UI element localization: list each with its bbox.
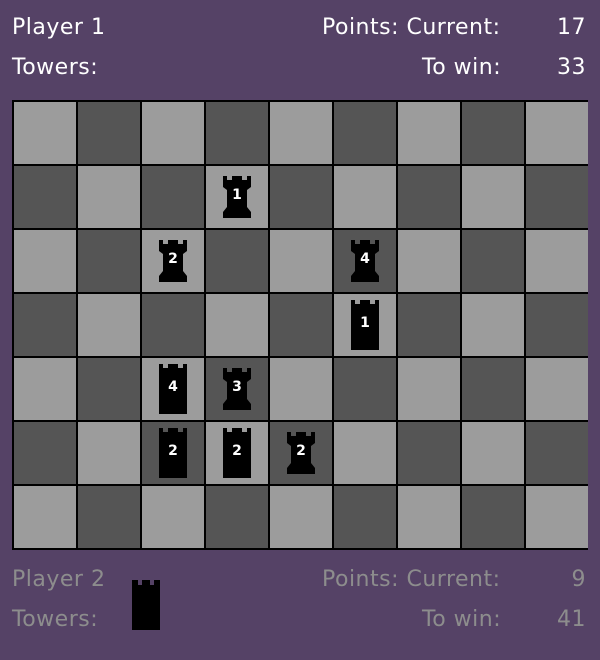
game-board: 1 2 4 1 4 3 2 2 2: [12, 100, 588, 550]
board-cell[interactable]: [526, 294, 588, 356]
board-cell[interactable]: [270, 358, 332, 420]
player2-header-row: Player 2 Points: Current: 9: [0, 560, 600, 600]
player1-to-win-label: To win:: [422, 55, 502, 80]
player1-points-current-value: 17: [557, 15, 586, 40]
tower-height-label: 4: [168, 379, 178, 395]
board-cell[interactable]: [526, 166, 588, 228]
board-cell[interactable]: [462, 422, 524, 484]
board-cell[interactable]: [14, 294, 76, 356]
board-cell[interactable]: 1: [206, 166, 268, 228]
board-cell[interactable]: [334, 102, 396, 164]
rook-tower-piece[interactable]: 2: [270, 422, 332, 484]
tower-height-label: 2: [168, 443, 178, 459]
board-cell[interactable]: [270, 102, 332, 164]
board-cell[interactable]: [14, 230, 76, 292]
board-cell[interactable]: [526, 102, 588, 164]
player1-points-current-label: Points: Current:: [322, 15, 501, 40]
board-cell[interactable]: [78, 230, 140, 292]
board-cell[interactable]: [14, 486, 76, 548]
board-cell[interactable]: [398, 294, 460, 356]
board-cell[interactable]: [78, 422, 140, 484]
board-cell[interactable]: [398, 166, 460, 228]
board-cell[interactable]: [142, 486, 204, 548]
player1-towers-label: Towers:: [12, 55, 99, 80]
block-tower-piece[interactable]: 1: [334, 294, 396, 356]
board-cell[interactable]: [270, 486, 332, 548]
board-cell[interactable]: [270, 166, 332, 228]
board-cell[interactable]: [206, 230, 268, 292]
board-cell[interactable]: [462, 358, 524, 420]
board-cell[interactable]: [398, 358, 460, 420]
board-cell[interactable]: [526, 230, 588, 292]
player1-header-row: Player 1 Points: Current: 17: [0, 8, 600, 48]
board-cell[interactable]: [78, 486, 140, 548]
board-cell[interactable]: [270, 294, 332, 356]
player1-name: Player 1: [12, 15, 106, 40]
player2-to-win-label: To win:: [422, 607, 502, 632]
board-cell[interactable]: [14, 102, 76, 164]
rook-tower-piece[interactable]: 2: [142, 230, 204, 292]
player2-towers-row: Towers: To win: 41: [0, 600, 600, 640]
board-cell[interactable]: [398, 486, 460, 548]
board-cell[interactable]: [526, 358, 588, 420]
board-cell[interactable]: [270, 230, 332, 292]
tower-height-label: 2: [168, 251, 178, 267]
board-cell[interactable]: [462, 102, 524, 164]
block-tower-piece[interactable]: 2: [206, 422, 268, 484]
board-cell[interactable]: [142, 166, 204, 228]
rook-tower-piece[interactable]: 4: [334, 230, 396, 292]
board-cell[interactable]: [398, 102, 460, 164]
board-cell[interactable]: 2: [206, 422, 268, 484]
board-cell[interactable]: [14, 422, 76, 484]
board-cell[interactable]: 4: [142, 358, 204, 420]
board-cell[interactable]: 2: [270, 422, 332, 484]
tower-height-label: 3: [232, 379, 242, 395]
rook-tower-piece[interactable]: 1: [206, 166, 268, 228]
board-cell[interactable]: [14, 166, 76, 228]
player2-name: Player 2: [12, 567, 106, 592]
board-cell[interactable]: 2: [142, 230, 204, 292]
board-cell[interactable]: [78, 358, 140, 420]
tower-height-label: 4: [360, 251, 370, 267]
board-cell[interactable]: [334, 358, 396, 420]
player2-points-current-label: Points: Current:: [322, 567, 501, 592]
board-cell[interactable]: [14, 358, 76, 420]
board-cell[interactable]: [462, 230, 524, 292]
board-cell[interactable]: [334, 486, 396, 548]
tower-height-label: 1: [360, 315, 370, 331]
rook-tower-piece[interactable]: 3: [206, 358, 268, 420]
player2-towers-label: Towers:: [12, 607, 99, 632]
board-cell[interactable]: [526, 486, 588, 548]
board-cell[interactable]: [334, 422, 396, 484]
player1-towers-row: Towers: To win: 33: [0, 48, 600, 88]
board-cell[interactable]: [462, 294, 524, 356]
player2-points-current-value: 9: [571, 567, 586, 592]
block-tower-piece[interactable]: 2: [142, 422, 204, 484]
tower-height-label: 2: [232, 443, 242, 459]
board-cell[interactable]: [78, 294, 140, 356]
board-cell[interactable]: [206, 102, 268, 164]
board-cell[interactable]: 4: [334, 230, 396, 292]
board-cell[interactable]: [398, 230, 460, 292]
player1-to-win-value: 33: [557, 55, 586, 80]
board-cell[interactable]: [526, 422, 588, 484]
board-cell[interactable]: [142, 294, 204, 356]
board-cell[interactable]: 2: [142, 422, 204, 484]
player2-tower-in-hand-icon[interactable]: [130, 578, 162, 630]
board-cell[interactable]: [334, 166, 396, 228]
block-tower-piece[interactable]: 4: [142, 358, 204, 420]
board-cell[interactable]: [398, 422, 460, 484]
board-cell[interactable]: 3: [206, 358, 268, 420]
board-cell[interactable]: 1: [334, 294, 396, 356]
board-cell[interactable]: [462, 486, 524, 548]
board-cell[interactable]: [206, 294, 268, 356]
player2-to-win-value: 41: [557, 607, 586, 632]
tower-height-label: 1: [232, 187, 242, 203]
board-cell[interactable]: [462, 166, 524, 228]
board-cell[interactable]: [78, 166, 140, 228]
tower-height-label: 2: [296, 443, 306, 459]
board-cell[interactable]: [142, 102, 204, 164]
board-cell[interactable]: [78, 102, 140, 164]
board-cell[interactable]: [206, 486, 268, 548]
